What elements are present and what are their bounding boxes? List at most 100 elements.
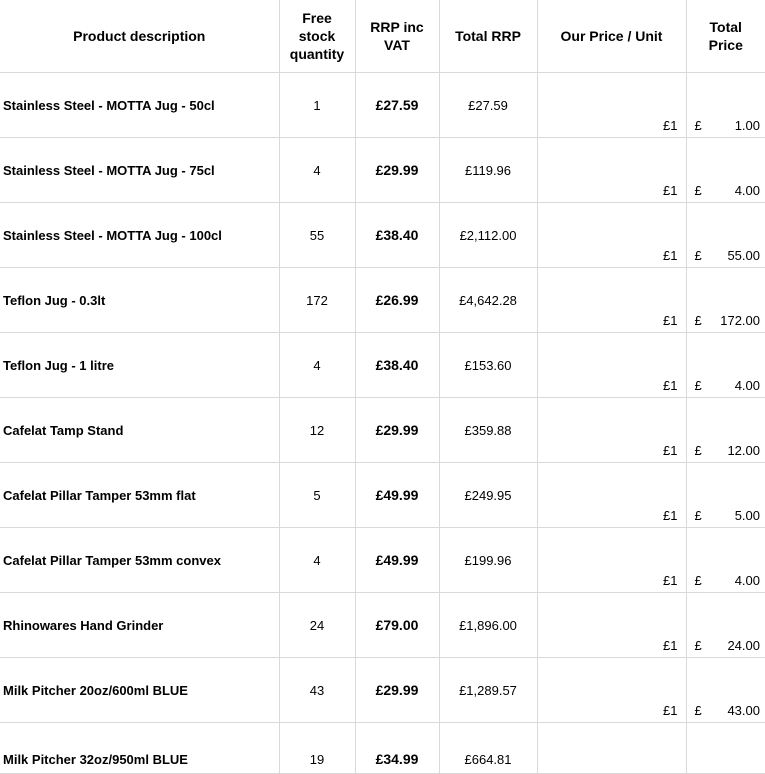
total-price-value: 172.00	[720, 313, 760, 328]
unit-price-cell: £1	[537, 137, 687, 203]
currency-symbol: £	[694, 248, 702, 263]
rrp-cell: £27.59	[355, 72, 440, 138]
table-row: Teflon Jug - 0.3lt 172 £26.99 £4,642.28 …	[0, 267, 765, 333]
total-price-cell: £24.00	[686, 592, 765, 658]
total-price-cell: £55.00	[686, 202, 765, 268]
currency-symbol: £	[694, 443, 702, 458]
stock-quantity-cell: 55	[279, 202, 356, 268]
header-total-rrp: Total RRP	[439, 0, 538, 73]
unit-price-cell: £1	[537, 267, 687, 333]
rrp-cell: £38.40	[355, 202, 440, 268]
header-rrp-inc-vat: RRP inc VAT	[355, 0, 440, 73]
product-description-cell: Milk Pitcher 20oz/600ml BLUE	[0, 657, 280, 723]
total-rrp-cell: £27.59	[439, 72, 538, 138]
table-row: Cafelat Tamp Stand 12 £29.99 £359.88 £1 …	[0, 397, 765, 463]
total-price-cell: £4.00	[686, 137, 765, 203]
rrp-cell: £49.99	[355, 527, 440, 593]
currency-symbol: £	[694, 638, 702, 653]
unit-price-cell: £1	[537, 527, 687, 593]
product-description-cell: Rhinowares Hand Grinder	[0, 592, 280, 658]
total-price-value: 43.00	[727, 703, 760, 718]
currency-symbol: £	[694, 378, 702, 393]
total-price-cell: £43.00	[686, 657, 765, 723]
total-price-value: 12.00	[727, 443, 760, 458]
total-price-value: 1.00	[734, 118, 760, 133]
rrp-cell: £34.99	[355, 722, 440, 774]
table-row: Stainless Steel - MOTTA Jug - 75cl 4 £29…	[0, 137, 765, 203]
unit-price-cell: £1	[537, 72, 687, 138]
rrp-cell: £29.99	[355, 397, 440, 463]
product-description-cell: Stainless Steel - MOTTA Jug - 50cl	[0, 72, 280, 138]
total-price-cell: £1.00	[686, 72, 765, 138]
currency-symbol: £	[694, 118, 702, 133]
product-description-cell: Cafelat Pillar Tamper 53mm convex	[0, 527, 280, 593]
rrp-cell: £49.99	[355, 462, 440, 528]
product-description-cell: Stainless Steel - MOTTA Jug - 100cl	[0, 202, 280, 268]
stock-quantity-cell: 43	[279, 657, 356, 723]
product-description-cell: Cafelat Pillar Tamper 53mm flat	[0, 462, 280, 528]
stock-quantity-cell: 4	[279, 137, 356, 203]
header-product-description: Product description	[0, 0, 280, 73]
total-price-value: 24.00	[727, 638, 760, 653]
product-description-cell: Stainless Steel - MOTTA Jug - 75cl	[0, 137, 280, 203]
currency-symbol: £	[694, 313, 702, 328]
stock-quantity-cell: 24	[279, 592, 356, 658]
total-price-cell: £5.00	[686, 462, 765, 528]
unit-price-cell: £1	[537, 332, 687, 398]
total-price-value: 4.00	[734, 183, 760, 198]
table-row: Rhinowares Hand Grinder 24 £79.00 £1,896…	[0, 592, 765, 658]
total-price-cell: £172.00	[686, 267, 765, 333]
total-price-cell	[686, 722, 765, 774]
table-row: Cafelat Pillar Tamper 53mm convex 4 £49.…	[0, 527, 765, 593]
total-price-value: 4.00	[734, 378, 760, 393]
table-row: Milk Pitcher 32oz/950ml BLUE 19 £34.99 £…	[0, 722, 765, 774]
rrp-cell: £26.99	[355, 267, 440, 333]
currency-symbol: £	[694, 573, 702, 588]
stock-quantity-cell: 172	[279, 267, 356, 333]
table-row: Milk Pitcher 20oz/600ml BLUE 43 £29.99 £…	[0, 657, 765, 723]
table-row: Cafelat Pillar Tamper 53mm flat 5 £49.99…	[0, 462, 765, 528]
table-header-row: Product description Free stock quantity …	[0, 0, 765, 73]
product-description-cell: Milk Pitcher 32oz/950ml BLUE	[0, 722, 280, 774]
currency-symbol: £	[694, 703, 702, 718]
total-rrp-cell: £199.96	[439, 527, 538, 593]
rrp-cell: £79.00	[355, 592, 440, 658]
currency-symbol: £	[694, 183, 702, 198]
stock-quantity-cell: 12	[279, 397, 356, 463]
unit-price-cell: £1	[537, 592, 687, 658]
unit-price-cell: £1	[537, 657, 687, 723]
product-price-table: Product description Free stock quantity …	[0, 0, 765, 774]
total-price-cell: £12.00	[686, 397, 765, 463]
total-price-value: 4.00	[734, 573, 760, 588]
total-price-value: 55.00	[727, 248, 760, 263]
currency-symbol: £	[694, 508, 702, 523]
header-total-price: Total Price	[686, 0, 765, 73]
table-row: Stainless Steel - MOTTA Jug - 100cl 55 £…	[0, 202, 765, 268]
table-row: Teflon Jug - 1 litre 4 £38.40 £153.60 £1…	[0, 332, 765, 398]
total-price-cell: £4.00	[686, 332, 765, 398]
total-price-value: 5.00	[734, 508, 760, 523]
rrp-cell: £29.99	[355, 137, 440, 203]
unit-price-cell: £1	[537, 397, 687, 463]
product-description-cell: Cafelat Tamp Stand	[0, 397, 280, 463]
total-rrp-cell: £664.81	[439, 722, 538, 774]
header-our-price-unit: Our Price / Unit	[537, 0, 687, 73]
table-row: Stainless Steel - MOTTA Jug - 50cl 1 £27…	[0, 72, 765, 138]
header-free-stock-quantity: Free stock quantity	[279, 0, 356, 73]
stock-quantity-cell: 4	[279, 527, 356, 593]
total-rrp-cell: £1,289.57	[439, 657, 538, 723]
total-rrp-cell: £249.95	[439, 462, 538, 528]
rrp-cell: £38.40	[355, 332, 440, 398]
total-rrp-cell: £119.96	[439, 137, 538, 203]
unit-price-cell	[537, 722, 687, 774]
unit-price-cell: £1	[537, 462, 687, 528]
product-description-cell: Teflon Jug - 0.3lt	[0, 267, 280, 333]
stock-quantity-cell: 1	[279, 72, 356, 138]
total-rrp-cell: £2,112.00	[439, 202, 538, 268]
total-rrp-cell: £4,642.28	[439, 267, 538, 333]
stock-quantity-cell: 19	[279, 722, 356, 774]
stock-quantity-cell: 5	[279, 462, 356, 528]
total-rrp-cell: £1,896.00	[439, 592, 538, 658]
stock-quantity-cell: 4	[279, 332, 356, 398]
total-price-cell: £4.00	[686, 527, 765, 593]
